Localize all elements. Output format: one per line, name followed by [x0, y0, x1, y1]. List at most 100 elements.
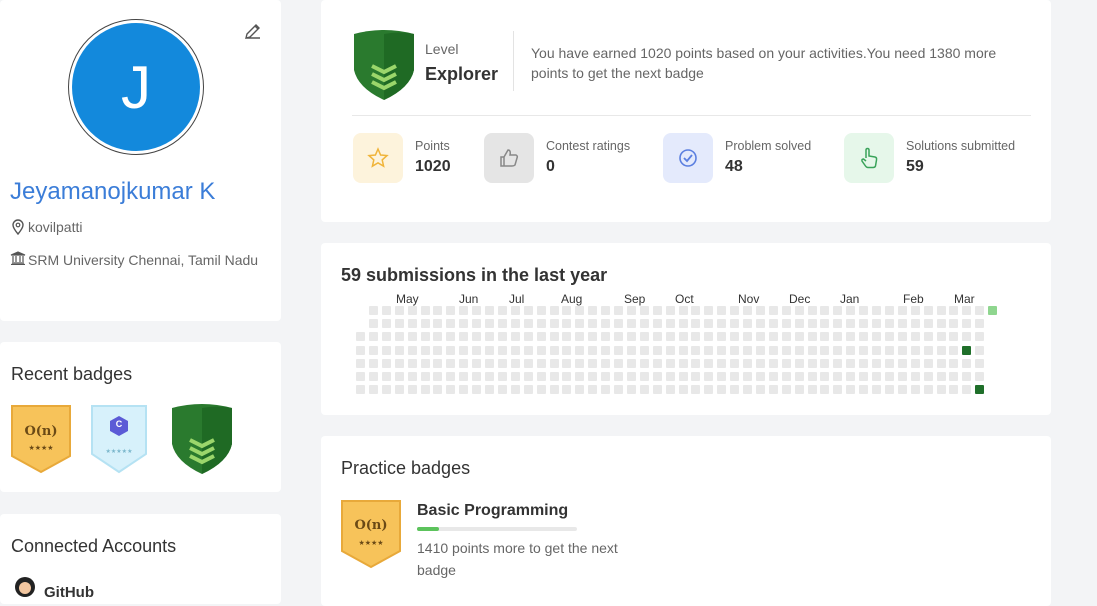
- heatmap-cell[interactable]: [549, 332, 559, 342]
- heatmap-cell[interactable]: [433, 372, 443, 381]
- heatmap-cell[interactable]: [652, 332, 662, 342]
- heatmap-cell[interactable]: [962, 332, 972, 342]
- heatmap-cell[interactable]: [381, 385, 391, 395]
- heatmap-cell[interactable]: [949, 345, 959, 355]
- heatmap-cell[interactable]: [510, 385, 520, 395]
- heatmap-cell[interactable]: [665, 306, 675, 315]
- heatmap-cell[interactable]: [691, 358, 701, 368]
- heatmap-cell[interactable]: [368, 332, 378, 342]
- heatmap-cell[interactable]: [549, 358, 559, 368]
- heatmap-cell[interactable]: [614, 372, 623, 381]
- heatmap-cell[interactable]: [523, 358, 533, 368]
- heatmap-cell[interactable]: [781, 306, 791, 315]
- heatmap-cell[interactable]: [472, 358, 482, 368]
- heatmap-cell[interactable]: [794, 358, 804, 368]
- heatmap-cell[interactable]: [472, 345, 482, 355]
- heatmap-cell[interactable]: [368, 385, 378, 395]
- heatmap-cell[interactable]: [485, 332, 494, 342]
- heatmap-cell[interactable]: [614, 332, 623, 342]
- heatmap-cell[interactable]: [884, 332, 894, 342]
- heatmap-cell[interactable]: [768, 332, 778, 342]
- heatmap-cell[interactable]: [743, 372, 752, 381]
- heatmap-cell[interactable]: [368, 345, 378, 355]
- edit-icon[interactable]: [243, 21, 263, 41]
- heatmap-cell[interactable]: [601, 358, 611, 368]
- github-icon[interactable]: [14, 576, 36, 598]
- heatmap-cell[interactable]: [626, 372, 636, 381]
- heatmap-cell[interactable]: [704, 319, 714, 329]
- heatmap-cell[interactable]: [794, 372, 804, 381]
- heatmap-cell[interactable]: [794, 319, 804, 329]
- heatmap-cell[interactable]: [691, 372, 701, 381]
- heatmap-cell[interactable]: [897, 319, 907, 329]
- heatmap-cell[interactable]: [652, 345, 662, 355]
- heatmap-cell[interactable]: [923, 319, 933, 329]
- heatmap-cell[interactable]: [781, 332, 791, 342]
- heatmap-cell[interactable]: [897, 332, 907, 342]
- heatmap-cell[interactable]: [562, 385, 572, 395]
- heatmap-cell[interactable]: [614, 385, 623, 395]
- heatmap-cell[interactable]: [446, 332, 456, 342]
- heatmap-cell[interactable]: [420, 358, 430, 368]
- heatmap-cell[interactable]: [639, 385, 649, 395]
- heatmap-cell[interactable]: [665, 332, 675, 342]
- heatmap-cell[interactable]: [820, 385, 830, 395]
- heatmap-cell[interactable]: [639, 332, 649, 342]
- heatmap-cell[interactable]: [652, 306, 662, 315]
- heatmap-cell[interactable]: [588, 345, 598, 355]
- heatmap-cell[interactable]: [936, 345, 946, 355]
- heatmap-cell[interactable]: [433, 319, 443, 329]
- heatmap-cell[interactable]: [575, 358, 585, 368]
- heatmap-cell[interactable]: [394, 345, 404, 355]
- heatmap-cell[interactable]: [652, 385, 662, 395]
- heatmap-cell[interactable]: [897, 372, 907, 381]
- heatmap-cell[interactable]: [472, 319, 482, 329]
- heatmap-cell[interactable]: [846, 372, 856, 381]
- heatmap-cell[interactable]: [807, 306, 817, 315]
- heatmap-cell[interactable]: [497, 372, 507, 381]
- heatmap-cell[interactable]: [368, 372, 378, 381]
- heatmap-cell[interactable]: [381, 358, 391, 368]
- heatmap-cell[interactable]: [381, 332, 391, 342]
- heatmap-cell[interactable]: [807, 358, 817, 368]
- heatmap-cell[interactable]: [536, 306, 546, 315]
- heatmap-cell[interactable]: [923, 385, 933, 395]
- heatmap-cell[interactable]: [949, 319, 959, 329]
- heatmap-cell[interactable]: [472, 332, 482, 342]
- heatmap-cell[interactable]: [575, 319, 585, 329]
- heatmap-cell[interactable]: [704, 372, 714, 381]
- heatmap-cell[interactable]: [536, 358, 546, 368]
- heatmap-cell[interactable]: [781, 358, 791, 368]
- heatmap-cell[interactable]: [962, 306, 972, 315]
- heatmap-cell[interactable]: [807, 372, 817, 381]
- heatmap-cell[interactable]: [394, 358, 404, 368]
- heatmap-cell[interactable]: [691, 306, 701, 315]
- heatmap-cell[interactable]: [575, 332, 585, 342]
- heatmap-cell[interactable]: [884, 306, 894, 315]
- heatmap-cell[interactable]: [614, 358, 623, 368]
- heatmap-cell[interactable]: [588, 372, 598, 381]
- heatmap-cell[interactable]: [626, 358, 636, 368]
- heatmap-cell[interactable]: [536, 345, 546, 355]
- heatmap-cell[interactable]: [381, 306, 391, 315]
- heatmap-cell[interactable]: [407, 372, 417, 381]
- heatmap-cell[interactable]: [394, 372, 404, 381]
- heatmap-cell[interactable]: [394, 332, 404, 342]
- heatmap-cell[interactable]: [755, 319, 765, 329]
- heatmap-cell[interactable]: [872, 358, 881, 368]
- heatmap-cell[interactable]: [781, 385, 791, 395]
- heatmap-cell[interactable]: [368, 358, 378, 368]
- heatmap-cell[interactable]: [910, 332, 920, 342]
- heatmap-cell[interactable]: [846, 385, 856, 395]
- heatmap-cell[interactable]: [536, 319, 546, 329]
- heatmap-cell[interactable]: [626, 319, 636, 329]
- heatmap-cell[interactable]: [923, 306, 933, 315]
- heatmap-cell[interactable]: [910, 345, 920, 355]
- heatmap-cell[interactable]: [420, 306, 430, 315]
- heatmap-cell[interactable]: [781, 319, 791, 329]
- heatmap-cell[interactable]: [652, 358, 662, 368]
- heatmap-cell[interactable]: [949, 372, 959, 381]
- heatmap-cell[interactable]: [433, 345, 443, 355]
- heatmap-cell[interactable]: [614, 319, 623, 329]
- heatmap-cell[interactable]: [910, 358, 920, 368]
